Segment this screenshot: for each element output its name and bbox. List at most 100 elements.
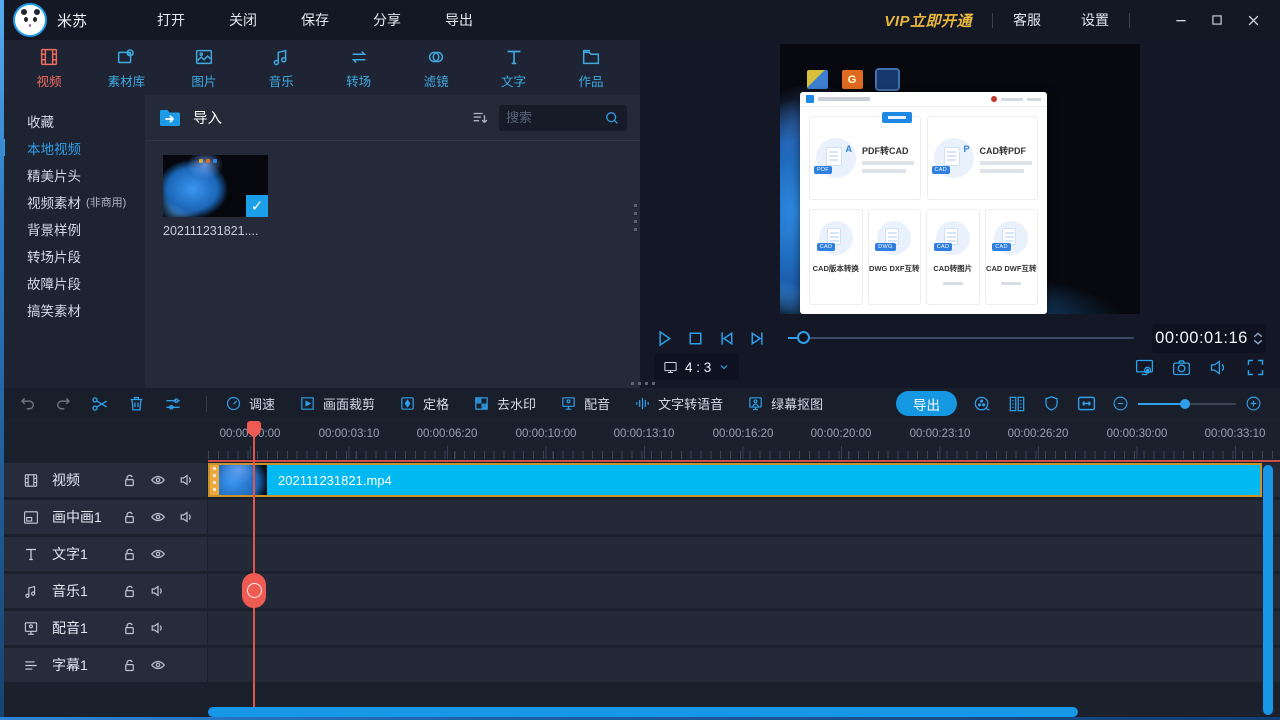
- split-scissors-button[interactable]: [90, 394, 110, 414]
- sidebar-item-backgrounds[interactable]: 背景样例: [0, 215, 145, 242]
- playhead-line[interactable]: [253, 422, 255, 707]
- zoom-in-button[interactable]: [1245, 395, 1262, 412]
- menu-export[interactable]: 导出: [445, 10, 473, 30]
- minimize-button[interactable]: [1168, 7, 1194, 33]
- timeline-vertical-scrollbar[interactable]: [1263, 465, 1273, 715]
- spinner-up-icon[interactable]: [1253, 331, 1263, 338]
- undo-button[interactable]: [18, 394, 37, 413]
- horizontal-splitter-handle[interactable]: [631, 382, 655, 385]
- playhead-marker[interactable]: [247, 421, 261, 438]
- dubbing-button[interactable]: 配音: [560, 394, 610, 413]
- lock-open-icon[interactable]: [122, 547, 137, 562]
- import-button[interactable]: 导入: [158, 107, 222, 129]
- vip-upgrade-button[interactable]: VIP立即开通: [884, 10, 972, 31]
- media-item[interactable]: ✓ 202111231821....: [163, 155, 268, 238]
- tab-filter[interactable]: 滤镜: [403, 46, 469, 90]
- film-reel-button[interactable]: [972, 394, 992, 414]
- tab-music[interactable]: 音乐: [248, 46, 314, 90]
- volume-button[interactable]: [1208, 357, 1229, 378]
- previous-frame-button[interactable]: [716, 328, 737, 349]
- speaker-icon[interactable]: [179, 472, 195, 488]
- sidebar-item-local-video[interactable]: 本地视频: [0, 134, 145, 161]
- spinner-down-icon[interactable]: [1253, 339, 1263, 345]
- menu-share[interactable]: 分享: [373, 10, 401, 30]
- text-to-speech-button[interactable]: 文字转语音: [634, 394, 723, 413]
- clip-trim-handle[interactable]: [210, 465, 219, 495]
- eye-icon[interactable]: [150, 546, 166, 562]
- sidebar-item-stock-video[interactable]: 视频素材 (非商用): [0, 188, 145, 215]
- tab-library[interactable]: 素材库: [93, 46, 159, 90]
- timecode-box[interactable]: 00:00:01:16: [1152, 323, 1266, 353]
- track-manager-button[interactable]: [1007, 394, 1027, 414]
- lock-open-icon[interactable]: [122, 473, 137, 488]
- settings-button[interactable]: 设置: [1081, 10, 1109, 30]
- track-options-button[interactable]: [163, 394, 183, 414]
- next-frame-button[interactable]: [747, 328, 768, 349]
- stop-button[interactable]: [685, 328, 706, 349]
- support-button[interactable]: 客服: [1013, 10, 1041, 30]
- zoom-slider[interactable]: [1138, 398, 1236, 410]
- timeline-horizontal-scrollbar[interactable]: [208, 707, 1078, 717]
- selected-check-badge: ✓: [246, 195, 268, 217]
- tab-image[interactable]: 图片: [171, 46, 237, 90]
- seek-track[interactable]: [788, 337, 1134, 339]
- speed-button[interactable]: 调速: [225, 394, 275, 413]
- green-screen-button[interactable]: 绿幕抠图: [747, 394, 823, 413]
- snapshot-camera-button[interactable]: [1171, 357, 1192, 378]
- eye-icon[interactable]: [150, 472, 166, 488]
- delete-trash-button[interactable]: [127, 394, 146, 413]
- seek-bar[interactable]: [788, 328, 1134, 348]
- eye-icon[interactable]: [150, 509, 166, 525]
- eye-icon[interactable]: [150, 657, 166, 673]
- maximize-button[interactable]: [1204, 7, 1230, 33]
- lock-open-icon[interactable]: [122, 658, 137, 673]
- seek-handle[interactable]: [797, 331, 810, 344]
- lock-open-icon[interactable]: [122, 510, 137, 525]
- track-lane-subtitle[interactable]: [208, 648, 1280, 682]
- timecode-value[interactable]: 00:00:01:16: [1155, 329, 1248, 348]
- sort-button[interactable]: [471, 109, 489, 127]
- redo-button[interactable]: [54, 394, 73, 413]
- screen-settings-button[interactable]: [1134, 357, 1155, 378]
- track-lane-text[interactable]: [208, 537, 1280, 571]
- menu-close[interactable]: 关闭: [229, 10, 257, 30]
- freeze-frame-button[interactable]: 定格: [399, 394, 449, 413]
- track-lane-pip[interactable]: [208, 500, 1280, 534]
- search-input[interactable]: [506, 110, 604, 125]
- export-button[interactable]: 导出: [896, 391, 957, 416]
- video-clip[interactable]: 202111231821.mp4: [208, 463, 1262, 497]
- timeline-ruler[interactable]: 00:00:00:00 00:00:03:10 00:00:06:20 00:0…: [0, 418, 1280, 460]
- menu-save[interactable]: 保存: [301, 10, 329, 30]
- track-lane-voiceover[interactable]: [208, 611, 1280, 645]
- speaker-icon[interactable]: [150, 583, 166, 599]
- shield-button[interactable]: [1042, 394, 1061, 413]
- tab-transition[interactable]: 转场: [326, 46, 392, 90]
- fullscreen-button[interactable]: [1245, 357, 1266, 378]
- tab-works[interactable]: 作品: [558, 46, 624, 90]
- remove-watermark-button[interactable]: 去水印: [473, 394, 536, 413]
- tab-video[interactable]: 视频: [16, 46, 82, 90]
- track-lane-music[interactable]: [208, 574, 1280, 608]
- play-button[interactable]: [654, 328, 675, 349]
- speaker-icon[interactable]: [179, 509, 195, 525]
- tab-text[interactable]: 文字: [481, 46, 547, 90]
- sidebar-item-funny[interactable]: 搞笑素材: [0, 296, 145, 323]
- zoom-out-button[interactable]: [1112, 395, 1129, 412]
- sidebar-item-transitions[interactable]: 转场片段: [0, 242, 145, 269]
- speaker-icon[interactable]: [150, 620, 166, 636]
- sidebar-item-glitch[interactable]: 故障片段: [0, 269, 145, 296]
- app-logo[interactable]: [13, 3, 47, 37]
- vertical-splitter-handle[interactable]: [634, 204, 637, 231]
- lock-open-icon[interactable]: [122, 584, 137, 599]
- lock-open-icon[interactable]: [122, 621, 137, 636]
- aspect-ratio-dropdown[interactable]: 4 : 3: [654, 354, 740, 380]
- sidebar-item-favorites[interactable]: 收藏: [0, 107, 145, 134]
- menu-open[interactable]: 打开: [157, 10, 185, 30]
- sidebar-item-intros[interactable]: 精美片头: [0, 161, 145, 188]
- crop-button[interactable]: 画面裁剪: [299, 394, 375, 413]
- zoom-slider-handle[interactable]: [1180, 398, 1190, 409]
- playhead-drag-handle[interactable]: [242, 573, 266, 608]
- search-icon[interactable]: [604, 110, 620, 126]
- fit-timeline-button[interactable]: [1076, 393, 1097, 414]
- close-button[interactable]: [1240, 7, 1266, 33]
